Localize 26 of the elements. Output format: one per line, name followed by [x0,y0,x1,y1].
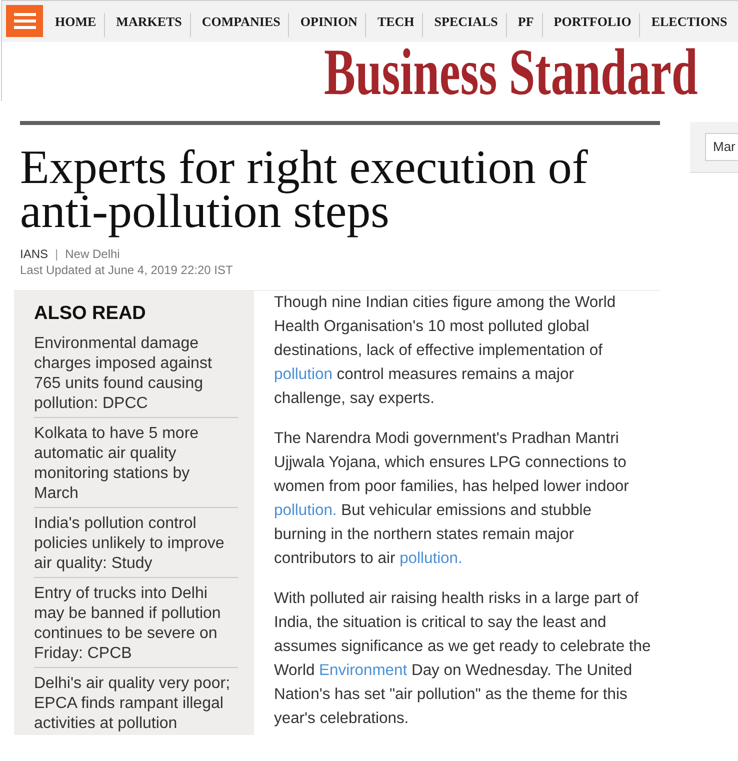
nav-link[interactable]: HOME [43,13,104,37]
byline-separator: | [55,247,58,261]
menu-button[interactable] [6,5,43,37]
article-paragraph: Though nine Indian cities figure among the World Health Organisation's 10 most polluted global destinations, lack of effective implementation of pollution control measures remains a major challenge, say experts. [274,293,617,409]
updated-timestamp: Last Updated at June 4, 2019 22:20 IST [20,262,234,278]
article-paragraph: The Narendra Modi government's Pradhan Mantri Ujjwala Yojana, which ensures LPG connections to women from poor families, has helped lower indoor pollution. But vehicular emissions and stubble burning in the northern states remain major contributors to air pollution. [274,429,630,569]
byline-location: New Delhi [65,247,120,261]
site-logo[interactable]: Business Standard [324,45,698,101]
byline-source: IANS [20,247,48,261]
menu-icon [14,13,36,29]
also-read-link[interactable]: Entry of trucks into Delhi may be banned if pollution continues to be severe on Friday: CPCB [34,578,238,668]
nav-link[interactable]: MARKETS [104,13,190,37]
nav-link[interactable]: SPECIALS [422,13,506,37]
nav-link[interactable]: OPINION [288,13,366,37]
also-read-link[interactable]: Kolkata to have 5 more automatic air quality monitoring stations by March [34,418,238,508]
nav-link[interactable]: ELECTIONS [639,13,736,37]
also-read-link[interactable]: Delhi's air quality very poor; EPCA finds rampant illegal activities at pollution [34,668,238,735]
input-field[interactable]: Mar [705,133,738,161]
nav-link[interactable]: COMPANIES [190,13,288,37]
nav-link[interactable]: PORTFOLIO [542,13,640,37]
nav-link[interactable]: PF [506,13,542,37]
also-read-heading: ALSO READ [34,302,147,326]
also-read-link[interactable]: Environmental damage charges imposed against 765 units found causing pollution: DPCC [34,328,238,418]
also-read-link[interactable]: India's pollution control policies unlikely to improve air quality: Study [34,508,238,578]
article-paragraph: With polluted air raising health risks in a large part of India, the situation is critical to say the least and assumes significance as we get ready to celebrate the World Environment Day on Wednesday. The United Nation's has set "air pollution" as the theme for this year's celebrations. [274,589,652,729]
nav-link[interactable]: TECH [365,13,422,37]
